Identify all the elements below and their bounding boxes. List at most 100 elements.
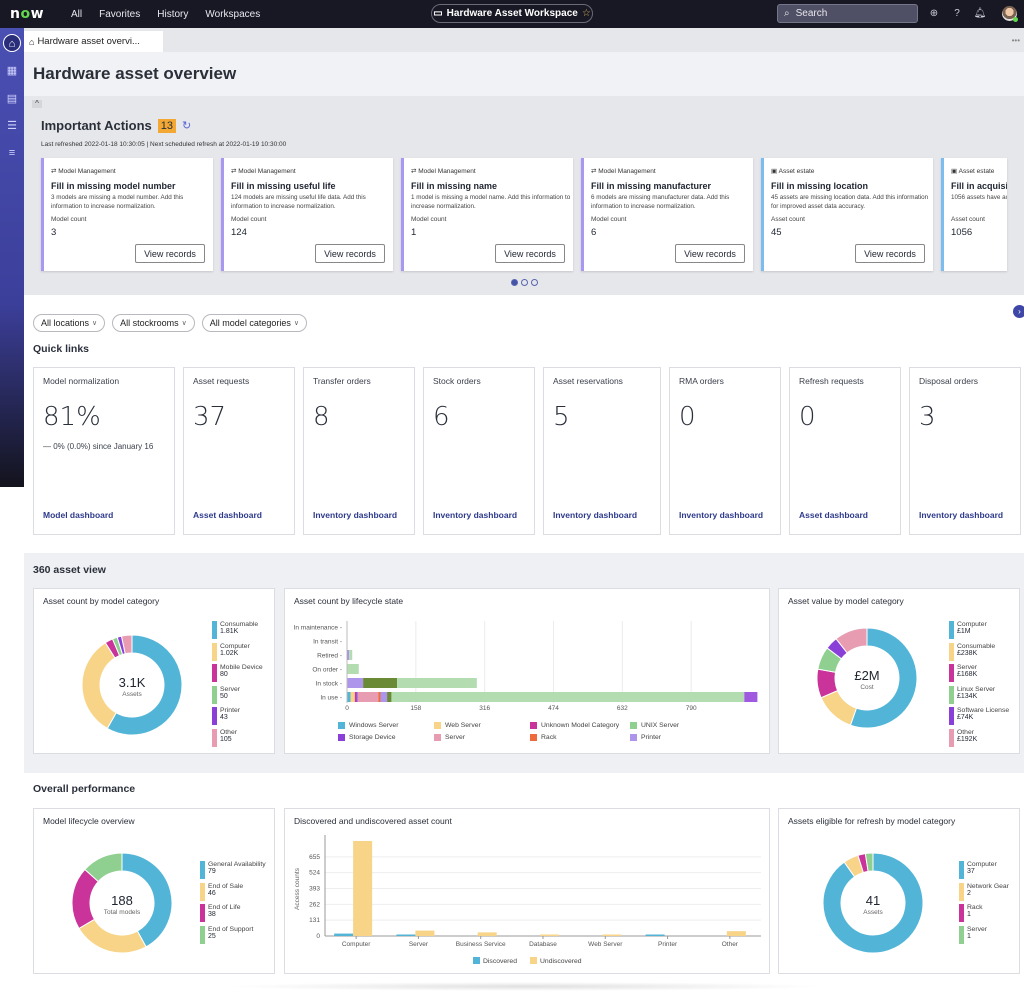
bar-segment[interactable]: [349, 650, 353, 660]
workspace-pill[interactable]: ▭ Hardware Asset Workspace ☆: [431, 4, 593, 23]
more-icon[interactable]: •••: [1012, 36, 1020, 45]
filter-stockrooms[interactable]: All stockrooms ∨: [112, 314, 195, 332]
legend-item[interactable]: Network Gear 2: [959, 882, 1009, 901]
dashboard-link[interactable]: Asset dashboard: [193, 510, 262, 520]
legend-item[interactable]: Rack 1: [959, 904, 1009, 922]
bar-undiscovered[interactable]: [477, 932, 497, 936]
legend-item[interactable]: Windows Server: [338, 722, 434, 729]
legend-item[interactable]: Computer 1.02K: [212, 642, 263, 661]
legend-item[interactable]: Rack: [530, 734, 630, 741]
carousel-next-icon[interactable]: ›: [1013, 305, 1024, 318]
view-records-button[interactable]: View records: [855, 244, 925, 263]
clipboard-icon[interactable]: ▤: [3, 90, 21, 108]
legend-item[interactable]: Server 1: [959, 925, 1009, 944]
legend-item[interactable]: Printer: [630, 734, 710, 741]
bar-segment[interactable]: [380, 692, 388, 702]
bar-undiscovered[interactable]: [602, 934, 622, 937]
nav-history[interactable]: History: [157, 9, 188, 20]
filter-locations[interactable]: All locations ∨: [33, 314, 106, 332]
refresh-icon[interactable]: ↻: [182, 119, 191, 132]
legend-item[interactable]: Other 105: [212, 728, 263, 747]
bar-segment[interactable]: [357, 692, 379, 702]
view-records-button[interactable]: View records: [315, 244, 385, 263]
legend-item[interactable]: End of Life 38: [200, 904, 266, 922]
dashboard-link[interactable]: Model dashboard: [43, 510, 113, 520]
bar-segment[interactable]: [356, 692, 358, 702]
bar-undiscovered[interactable]: [540, 934, 559, 937]
legend-item[interactable]: End of Sale 46: [200, 882, 266, 901]
page-dot-2[interactable]: [521, 279, 528, 286]
legend-item[interactable]: Printer 43: [212, 707, 263, 725]
quick-link-card[interactable]: Transfer orders 8 Inventory dashboard: [303, 367, 415, 535]
home-icon[interactable]: ⌂: [3, 34, 21, 52]
dashboard-link[interactable]: Inventory dashboard: [553, 510, 637, 520]
donut-slice-computer[interactable]: [81, 642, 117, 730]
collapse-chevron-icon[interactable]: ^: [32, 100, 42, 108]
bar-undiscovered[interactable]: [726, 931, 746, 936]
dashboard-link[interactable]: Inventory dashboard: [679, 510, 763, 520]
servicenow-logo[interactable]: now: [10, 6, 54, 22]
quick-link-card[interactable]: Asset reservations 5 Inventory dashboard: [543, 367, 661, 535]
bar-segment[interactable]: [347, 678, 364, 688]
nav-favorites[interactable]: Favorites: [99, 9, 140, 20]
dashboard-link[interactable]: Inventory dashboard: [313, 510, 397, 520]
legend-item[interactable]: Computer £1M: [949, 621, 1009, 639]
legend-item[interactable]: Server: [434, 734, 530, 741]
nav-all[interactable]: All: [71, 9, 82, 20]
quick-link-card[interactable]: Stock orders 6 Inventory dashboard: [423, 367, 535, 535]
dashboard-link[interactable]: Inventory dashboard: [433, 510, 517, 520]
user-avatar[interactable]: [1002, 6, 1018, 22]
view-records-button[interactable]: View records: [675, 244, 745, 263]
legend-item[interactable]: End of Support 25: [200, 925, 266, 944]
legend-item[interactable]: Other £192K: [949, 728, 1009, 747]
bar-segment[interactable]: [387, 692, 392, 702]
list-icon[interactable]: ≡: [3, 144, 21, 162]
bar-segment[interactable]: [744, 692, 758, 702]
sliders-icon[interactable]: ☰: [3, 117, 21, 135]
legend-item[interactable]: Mobile Device 80: [212, 664, 263, 682]
bar-undiscovered[interactable]: [415, 930, 435, 936]
quick-link-card[interactable]: Asset requests 37 Asset dashboard: [183, 367, 295, 535]
star-icon[interactable]: ☆: [582, 8, 591, 19]
legend-item[interactable]: Consumable £238K: [949, 642, 1009, 661]
bar-segment[interactable]: [347, 664, 359, 674]
legend-label[interactable]: Discovered: [483, 958, 517, 965]
bar-segment[interactable]: [350, 692, 355, 702]
globe-icon[interactable]: ⊕: [927, 7, 941, 21]
quick-link-card[interactable]: RMA orders 0 Inventory dashboard: [669, 367, 781, 535]
legend-item[interactable]: Server £168K: [949, 664, 1009, 682]
bar-discovered[interactable]: [396, 934, 416, 937]
filter-model-categories[interactable]: All model categories ∨: [201, 314, 307, 332]
bar-segment[interactable]: [347, 650, 350, 660]
page-dot-1[interactable]: [511, 279, 518, 286]
legend-item[interactable]: General Availability 79: [200, 861, 266, 879]
bell-icon[interactable]: 🔔︎: [973, 7, 987, 21]
view-records-button[interactable]: View records: [135, 244, 205, 263]
legend-item[interactable]: Software License £74K: [949, 707, 1009, 725]
view-records-button[interactable]: View records: [495, 244, 565, 263]
legend-item[interactable]: Server 50: [212, 685, 263, 704]
bar-discovered[interactable]: [645, 934, 665, 937]
bar-segment[interactable]: [363, 678, 398, 688]
legend-item[interactable]: Linux Server £134K: [949, 685, 1009, 704]
quick-link-card[interactable]: Disposal orders 3 Inventory dashboard: [909, 367, 1021, 535]
legend-item[interactable]: Consumable 1.81K: [212, 621, 263, 639]
quick-link-card[interactable]: Model normalization 81% — 0% (0.0%) since …: [33, 367, 175, 535]
page-dot-3[interactable]: [531, 279, 538, 286]
legend-item[interactable]: Unknown Model Category: [530, 722, 630, 729]
bar-segment[interactable]: [347, 692, 351, 702]
legend-item[interactable]: UNIX Server: [630, 722, 710, 729]
bar-segment[interactable]: [354, 692, 357, 702]
building-icon[interactable]: ▦: [3, 62, 21, 80]
legend-item[interactable]: Computer 37: [959, 861, 1009, 879]
bar-undiscovered[interactable]: [353, 841, 373, 936]
quick-link-card[interactable]: Refresh requests 0 Asset dashboard: [789, 367, 901, 535]
dashboard-link[interactable]: Asset dashboard: [799, 510, 868, 520]
bar-segment[interactable]: [397, 678, 477, 688]
search-input[interactable]: ⌕ Search: [777, 4, 918, 23]
legend-item[interactable]: Web Server: [434, 722, 530, 729]
bar-segment[interactable]: [391, 692, 745, 702]
donut-slice-end-of-sale[interactable]: [78, 918, 147, 954]
legend-item[interactable]: Storage Device: [338, 734, 434, 741]
nav-workspaces[interactable]: Workspaces: [205, 9, 260, 20]
